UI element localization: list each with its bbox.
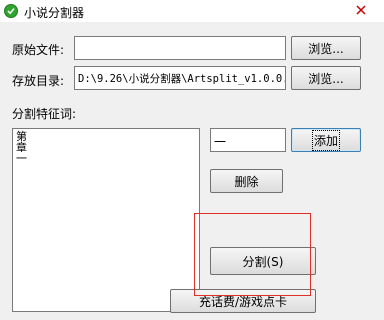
window-body: 原始文件: 浏览... 存放目录: D:\9.26\小说分割器\Artsplit… bbox=[0, 22, 384, 320]
keywords-list[interactable]: 第 章 一 bbox=[12, 128, 200, 312]
add-keyword-button[interactable]: 添加 bbox=[291, 128, 361, 152]
close-button[interactable] bbox=[339, 0, 384, 20]
delete-keyword-label: 删除 bbox=[234, 174, 259, 189]
list-item[interactable]: 第 bbox=[16, 131, 196, 142]
recharge-button[interactable]: 充话费/游戏点卡 bbox=[170, 289, 316, 313]
close-icon bbox=[356, 5, 366, 15]
app-icon bbox=[4, 4, 18, 18]
window-title: 小说分割器 bbox=[24, 6, 85, 20]
browse-source-button[interactable]: 浏览... bbox=[291, 36, 361, 60]
source-file-label: 原始文件: bbox=[12, 43, 65, 57]
list-item[interactable]: 章 bbox=[16, 142, 196, 153]
list-item[interactable]: 一 bbox=[16, 153, 196, 164]
split-button-label: 分割(S) bbox=[242, 254, 284, 269]
delete-keyword-button[interactable]: 删除 bbox=[210, 169, 283, 193]
title-bar[interactable]: 小说分割器 bbox=[0, 0, 384, 22]
browse-save-label: 浏览... bbox=[308, 71, 344, 86]
save-dir-label: 存放目录: bbox=[12, 74, 65, 88]
browse-save-button[interactable]: 浏览... bbox=[291, 66, 361, 90]
add-keyword-label: 添加 bbox=[311, 129, 341, 151]
recharge-button-label: 充话费/游戏点卡 bbox=[198, 294, 288, 309]
source-file-input[interactable] bbox=[74, 36, 286, 60]
new-keyword-input[interactable]: 一 bbox=[210, 128, 286, 152]
save-dir-input[interactable]: D:\9.26\小说分割器\Artsplit_v1.0.0.1 bbox=[74, 66, 286, 90]
split-keywords-label: 分割特征词: bbox=[12, 107, 77, 121]
browse-source-label: 浏览... bbox=[308, 41, 344, 56]
split-button[interactable]: 分割(S) bbox=[210, 247, 316, 275]
